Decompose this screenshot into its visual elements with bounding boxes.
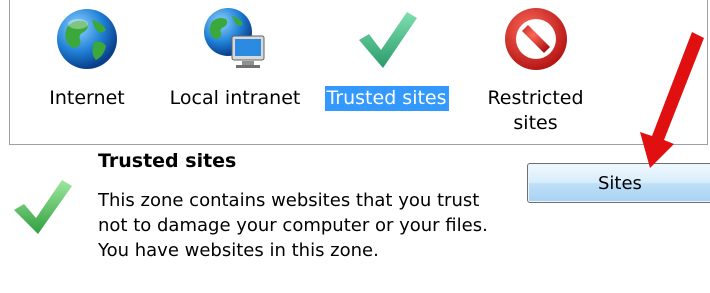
zone-trusted-sites[interactable]: Trusted sites: [319, 6, 454, 116]
trusted-checkmark-icon: [12, 176, 76, 240]
zone-description-text: This zone contains websites that you tru…: [98, 190, 488, 236]
red-arrow-icon: [620, 22, 710, 176]
zone-restricted-sites[interactable]: Restricted sites: [478, 6, 593, 136]
zone-restricted-sites-label: Restricted sites: [487, 87, 584, 134]
zone-local-intranet[interactable]: Local intranet: [165, 6, 305, 116]
zone-title: Trusted sites: [98, 150, 237, 172]
zone-description: This zone contains websites that you tru…: [98, 188, 488, 263]
zone-trusted-sites-label: Trusted sites: [324, 86, 449, 111]
no-entry-icon: [503, 6, 569, 76]
globe-computer-icon: [200, 6, 270, 76]
checkmark-icon: [355, 6, 419, 76]
zone-internet[interactable]: Internet: [37, 6, 137, 116]
zone-internet-label: Internet: [49, 87, 125, 109]
zone-local-intranet-label: Local intranet: [169, 87, 301, 109]
zone-status-text: You have websites in this zone.: [98, 240, 379, 261]
globe-icon: [54, 6, 120, 76]
